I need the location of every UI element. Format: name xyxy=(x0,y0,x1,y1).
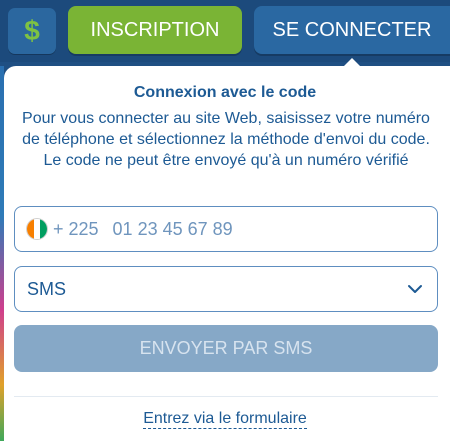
chevron-down-icon xyxy=(408,285,422,293)
panel-pointer xyxy=(342,58,362,68)
send-sms-button[interactable]: ENVOYER PAR SMS xyxy=(14,325,438,372)
panel-description: Pour vous connecter au site Web, saisiss… xyxy=(22,110,430,169)
login-button[interactable]: SE CONNECTER xyxy=(254,6,450,54)
form-link-container: Entrez via le formulaire xyxy=(0,410,450,429)
login-via-form-link[interactable]: Entrez via le formulaire xyxy=(143,410,307,429)
send-method-select[interactable]: SMS xyxy=(14,266,438,312)
country-code[interactable]: + 225 xyxy=(53,219,99,240)
phone-field[interactable]: + 225 xyxy=(14,206,438,252)
send-method-value: SMS xyxy=(27,278,67,299)
dollar-icon: $ xyxy=(24,15,40,46)
divider xyxy=(14,396,438,397)
register-button[interactable]: INSCRIPTION xyxy=(68,6,242,54)
panel-title: Connexion avec le code xyxy=(133,84,317,101)
cote-divoire-flag-icon[interactable] xyxy=(27,219,47,239)
currency-button[interactable]: $ xyxy=(8,8,56,54)
phone-input[interactable] xyxy=(112,218,363,240)
